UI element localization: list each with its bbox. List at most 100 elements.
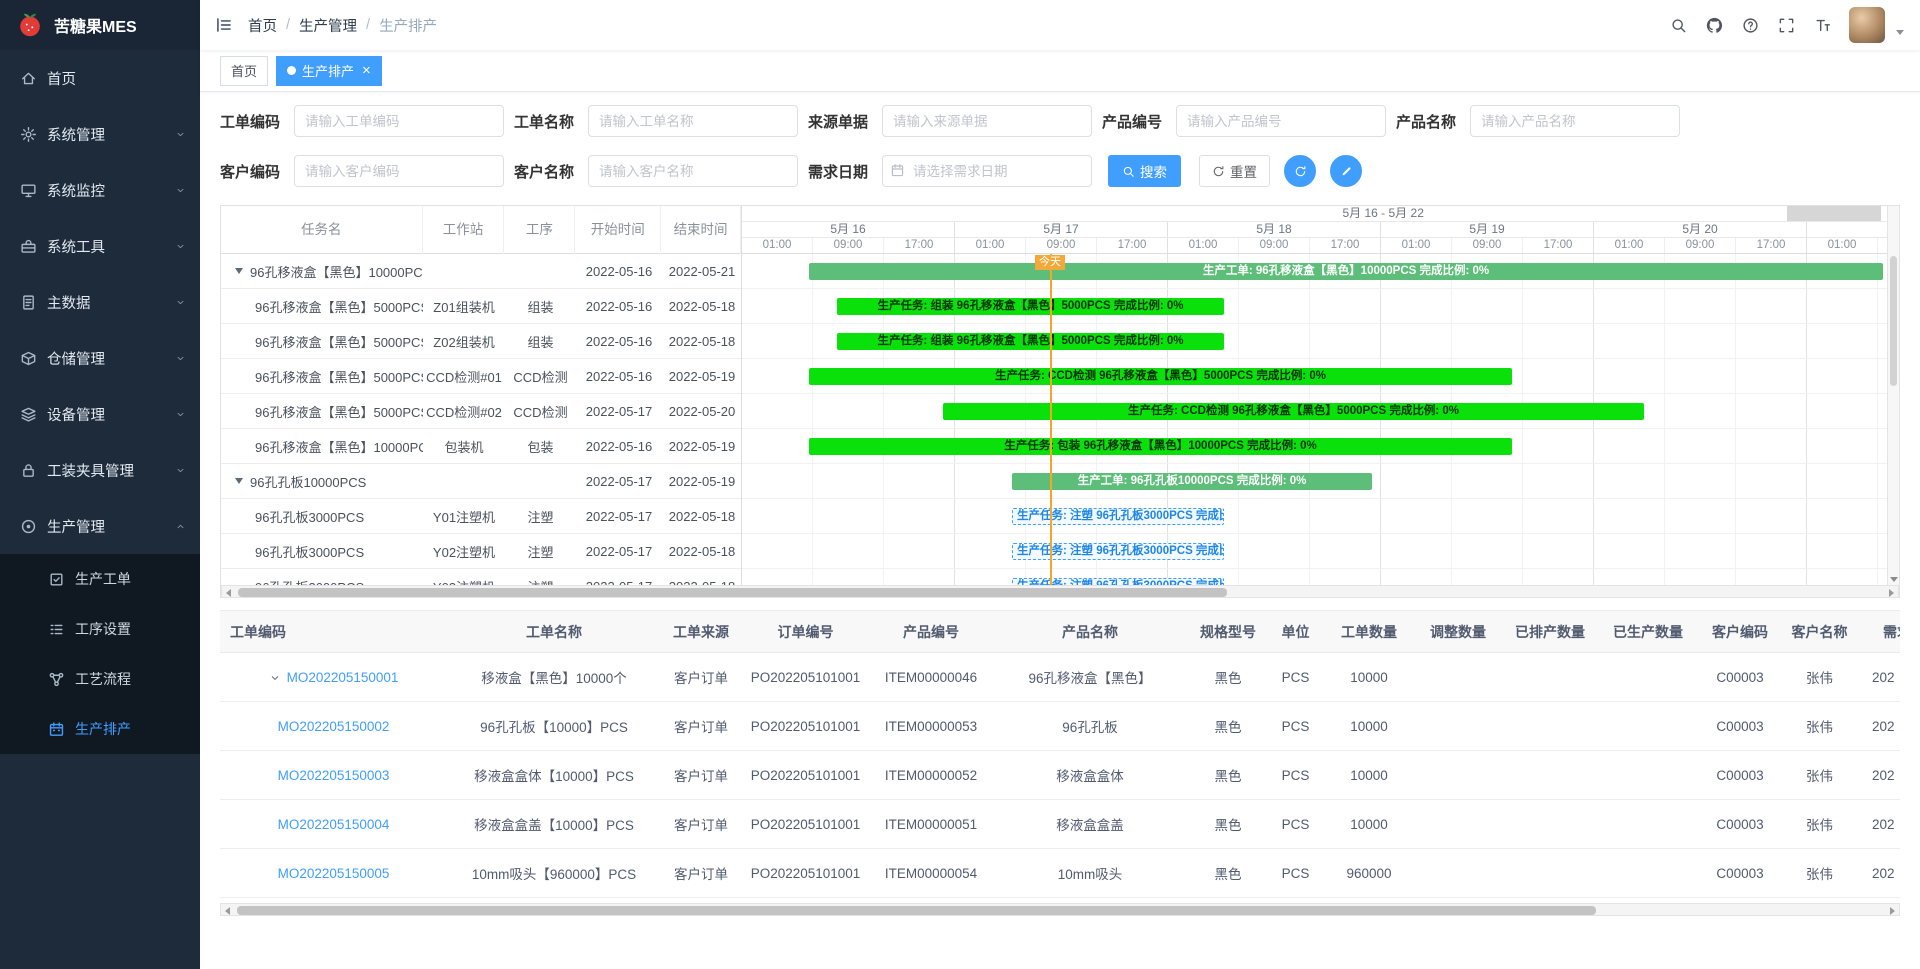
order-code-link[interactable]: MO202205150002 [278, 719, 390, 734]
logo-strawberry-icon [16, 11, 44, 39]
search-button[interactable] [1663, 7, 1693, 43]
order-code-link[interactable]: MO202205150001 [287, 670, 399, 685]
sidebar-item-label: 系统管理 [47, 124, 105, 145]
text-field-5[interactable] [294, 155, 504, 187]
scroll-right-arrow[interactable] [1889, 589, 1894, 597]
font-size-button[interactable] [1807, 7, 1837, 43]
horizontal-scroll-thumb[interactable] [238, 588, 1227, 597]
breadcrumb-item[interactable]: 生产管理 [299, 15, 357, 36]
sidebar-item-label: 工装夹具管理 [47, 460, 134, 481]
scroll-down-arrow[interactable] [1888, 577, 1899, 582]
gantt-bar[interactable]: 生产任务: 包装 96孔移液盒【黑色】10000PCS 完成比例: 0% [809, 438, 1512, 455]
text-field-6[interactable] [588, 155, 798, 187]
fullscreen-button[interactable] [1771, 7, 1801, 43]
gantt-grid-row[interactable]: 96孔孔板10000PCS2022-05-172022-05-19 [221, 464, 741, 499]
gantt-grid-row[interactable]: 96孔孔板3000PCSY01注塑机注塑2022-05-172022-05-18 [221, 499, 741, 534]
table-row[interactable]: MO20220515000510mm吸头【960000】PCS客户订单PO202… [220, 849, 1900, 898]
gantt-grid-row[interactable]: 96孔孔板3000PCSY02注塑机注塑2022-05-172022-05-18 [221, 534, 741, 569]
text-field-4[interactable] [1470, 105, 1680, 137]
gantt-task-cell: 96孔孔板3000PCS [221, 542, 423, 561]
timeline-hour-row: 01:0009:0017:0001:0009:0017:0001:0009:00… [742, 238, 1887, 253]
order-code-link[interactable]: MO202205150004 [278, 817, 390, 832]
docs-button[interactable] [1735, 7, 1765, 43]
text-field-2[interactable] [882, 105, 1092, 137]
refresh-schedule-button[interactable] [1284, 155, 1316, 187]
sidebar-item-home[interactable]: 首页 [0, 50, 200, 106]
order-code-link[interactable]: MO202205150005 [278, 866, 390, 881]
sidebar-item-system-management[interactable]: 系统管理 [0, 106, 200, 162]
chevron-down-icon [175, 241, 186, 252]
date-field-7[interactable] [882, 155, 1092, 187]
gantt-grid-row[interactable]: 96孔移液盒【黑色】5000PCSZ01组装机组装2022-05-162022-… [221, 289, 741, 324]
vertical-scroll-thumb[interactable] [1890, 256, 1897, 386]
gantt-grid-row[interactable]: 96孔移液盒【黑色】5000PCSZ02组装机组装2022-05-162022-… [221, 324, 741, 359]
cell-order_no: PO202205101001 [741, 751, 870, 800]
cell-demand: 202 [1856, 751, 1900, 800]
text-field-0[interactable] [294, 105, 504, 137]
scroll-left-arrow[interactable] [225, 907, 230, 915]
day-header-filler [1807, 222, 1887, 237]
sidebar-item-system-monitor[interactable]: 系统监控 [0, 162, 200, 218]
tab-production-scheduling[interactable]: 生产排产× [276, 56, 382, 86]
gantt-bar[interactable]: 生产任务: CCD检测 96孔移液盒【黑色】5000PCS 完成比例: 0% [809, 368, 1512, 385]
github-button[interactable] [1699, 7, 1729, 43]
adjust-schedule-button[interactable] [1330, 155, 1362, 187]
gantt-bar[interactable]: 生产工单: 96孔移液盒【黑色】10000PCS 完成比例: 0% [809, 263, 1883, 280]
scroll-left-arrow[interactable] [226, 589, 231, 597]
avatar[interactable] [1849, 7, 1885, 43]
hour-header: 17:00 [1736, 238, 1807, 253]
sidebar-item-equipment-management[interactable]: 设备管理 [0, 386, 200, 442]
collapse-triangle-icon[interactable] [235, 268, 243, 274]
start-date-cell: 2022-05-17 [576, 544, 662, 559]
gantt-bar[interactable]: 生产任务: 注塑 96孔孔板3000PCS 完成比例: 0% [1012, 508, 1224, 525]
sidebar-item-master-data[interactable]: 主数据 [0, 274, 200, 330]
gantt-task-cell: 96孔移液盒【黑色】5000PCS [221, 402, 423, 421]
table-row[interactable]: MO202205150001移液盒【黑色】10000个客户订单PO2022051… [220, 653, 1900, 702]
gantt-bar[interactable]: 生产任务: 组装 96孔移液盒【黑色】5000PCS 完成比例: 0% [837, 298, 1224, 315]
gantt-grid-row[interactable]: 96孔移液盒【黑色】10000PCS2022-05-162022-05-21 [221, 254, 741, 289]
expand-chevron-icon[interactable] [269, 672, 281, 684]
table-row[interactable]: MO202205150003移液盒盒体【10000】PCS客户订单PO20220… [220, 751, 1900, 800]
breadcrumb-item[interactable]: 首页 [248, 15, 277, 36]
sidebar-item-fixture-management[interactable]: 工装夹具管理 [0, 442, 200, 498]
sidebar-subitem-production-order[interactable]: 生产工单 [0, 554, 200, 604]
table-row[interactable]: MO20220515000296孔孔板【10000】PCS客户订单PO20220… [220, 702, 1900, 751]
sidebar-item-warehouse-management[interactable]: 仓储管理 [0, 330, 200, 386]
gantt-grid-row[interactable]: 96孔孔板3000PCSY03注塑机注塑2022-05-172022-05-18 [221, 569, 741, 585]
collapse-triangle-icon[interactable] [235, 478, 243, 484]
gantt-bar[interactable]: 生产任务: CCD检测 96孔移液盒【黑色】5000PCS 完成比例: 0% [943, 403, 1644, 420]
scroll-right-arrow[interactable] [1890, 907, 1895, 915]
sidebar-item-production-management[interactable]: 生产管理 [0, 498, 200, 554]
horizontal-scroll-thumb[interactable] [237, 906, 1596, 915]
text-field-3[interactable] [1176, 105, 1386, 137]
sidebar-subitem-process-settings[interactable]: 工序设置 [0, 604, 200, 654]
gantt-grid-row[interactable]: 96孔移液盒【黑色】5000PCSCCD检测#02CCD检测2022-05-17… [221, 394, 741, 429]
order-code-link[interactable]: MO202205150003 [278, 768, 390, 783]
sidebar-subitem-production-scheduling[interactable]: 生产排产 [0, 704, 200, 754]
cell-value: PO202205101001 [751, 719, 861, 734]
gantt-bar[interactable]: 生产任务: 组装 96孔移液盒【黑色】5000PCS 完成比例: 0% [837, 333, 1224, 350]
form-field: 需求日期 [808, 155, 1092, 187]
cell-value: ITEM00000051 [885, 817, 977, 832]
close-icon[interactable]: × [362, 63, 371, 78]
cell-product_code: ITEM00000051 [870, 800, 992, 849]
gantt-bar[interactable]: 生产工单: 96孔孔板10000PCS 完成比例: 0% [1012, 473, 1372, 490]
gantt-bar[interactable]: 生产任务: 注塑 96孔孔板3000PCS 完成比例: 0% [1012, 543, 1224, 560]
breadcrumb: 首页/生产管理/生产排产 [248, 15, 437, 36]
gantt-grid-row[interactable]: 96孔移液盒【黑色】5000PCSCCD检测#01CCD检测2022-05-16… [221, 359, 741, 394]
tab-home[interactable]: 首页 [220, 56, 268, 86]
cell-order_no: PO202205101001 [741, 800, 870, 849]
gantt-bar[interactable]: 生产任务: 注塑 96孔孔板3000PCS 完成比例: 0% [1012, 578, 1224, 585]
caret-down-icon[interactable] [1896, 30, 1904, 35]
text-field-1[interactable] [588, 105, 798, 137]
search-button[interactable]: 搜索 [1108, 155, 1181, 187]
sidebar-subitem-process-flow[interactable]: 工艺流程 [0, 654, 200, 704]
reset-button[interactable]: 重置 [1199, 155, 1270, 187]
sidebar-toggle[interactable] [200, 16, 248, 34]
sidebar-item-system-tools[interactable]: 系统工具 [0, 218, 200, 274]
table-row[interactable]: MO202205150004移液盒盒盖【10000】PCS客户订单PO20220… [220, 800, 1900, 849]
gantt-grid-row[interactable]: 96孔移液盒【黑色】10000PCS包装机包装2022-05-162022-05… [221, 429, 741, 464]
form-actions: 搜索重置 [1108, 155, 1362, 187]
timeline-week-row: 5月 16 - 5月 22 [742, 206, 1887, 222]
cell-code: MO202205150004 [220, 800, 447, 849]
